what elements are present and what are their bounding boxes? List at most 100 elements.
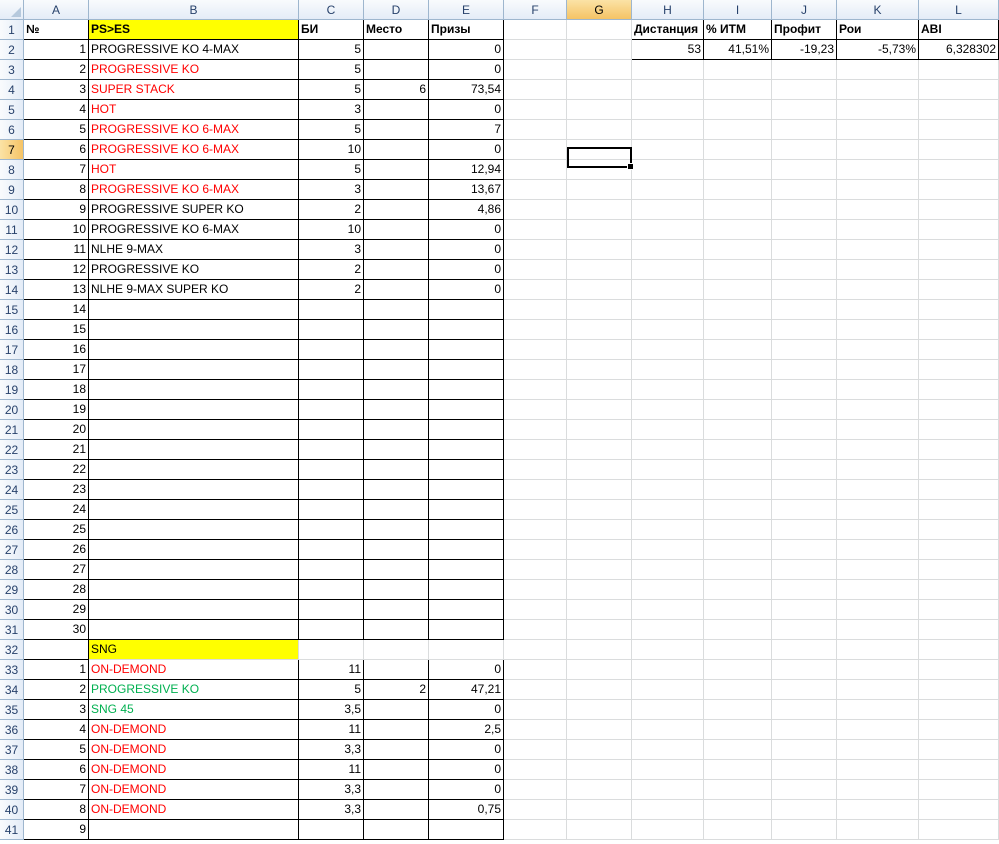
cell-empty[interactable] (632, 340, 704, 360)
cell-empty[interactable] (919, 140, 999, 160)
cell-empty[interactable] (567, 280, 632, 300)
row-number-cell[interactable]: 2 (24, 60, 89, 80)
place-cell[interactable] (364, 360, 429, 380)
place-cell[interactable] (364, 380, 429, 400)
cell-empty[interactable] (704, 660, 772, 680)
cell-empty[interactable] (704, 240, 772, 260)
cell-empty[interactable] (632, 500, 704, 520)
cell-empty[interactable] (919, 240, 999, 260)
cell-empty[interactable] (504, 420, 567, 440)
cell-empty[interactable] (772, 460, 837, 480)
row-header-3[interactable]: 3 (0, 60, 24, 80)
tournament-name-cell[interactable] (89, 320, 299, 340)
cell-empty[interactable] (772, 240, 837, 260)
prize-cell[interactable]: 0,75 (429, 800, 504, 820)
cell-empty[interactable] (504, 360, 567, 380)
cell-empty[interactable] (919, 560, 999, 580)
place-cell[interactable] (364, 800, 429, 820)
tournament-name-cell[interactable]: ON-DEMOND (89, 760, 299, 780)
cell-empty[interactable] (772, 520, 837, 540)
place-cell[interactable] (364, 180, 429, 200)
buyin-cell[interactable] (299, 520, 364, 540)
place-cell[interactable] (364, 760, 429, 780)
cell-empty[interactable] (837, 500, 919, 520)
prize-cell[interactable] (429, 820, 504, 840)
cell-empty[interactable] (772, 340, 837, 360)
tournament-name-cell[interactable] (89, 360, 299, 380)
tournament-name-cell[interactable]: PROGRESSIVE KO 6-MAX (89, 180, 299, 200)
cell-empty[interactable] (772, 140, 837, 160)
buyin-cell[interactable]: 5 (299, 80, 364, 100)
cell-empty[interactable] (504, 640, 567, 660)
cell-empty[interactable] (632, 240, 704, 260)
row-header-18[interactable]: 18 (0, 360, 24, 380)
tournament-name-cell[interactable] (89, 340, 299, 360)
cell-empty[interactable] (567, 480, 632, 500)
place-cell[interactable] (364, 620, 429, 640)
place-cell[interactable] (364, 320, 429, 340)
place-cell[interactable] (364, 140, 429, 160)
cell-empty[interactable] (772, 720, 837, 740)
place-cell[interactable] (364, 820, 429, 840)
cell-empty[interactable] (504, 600, 567, 620)
cell-empty[interactable] (704, 180, 772, 200)
buyin-cell[interactable] (299, 480, 364, 500)
place-cell[interactable] (364, 220, 429, 240)
buyin-cell[interactable] (299, 300, 364, 320)
prize-cell[interactable] (429, 440, 504, 460)
row-header-36[interactable]: 36 (0, 720, 24, 740)
prize-cell[interactable] (429, 360, 504, 380)
cell-empty[interactable] (504, 180, 567, 200)
row-header-1[interactable]: 1 (0, 20, 24, 40)
row-header-28[interactable]: 28 (0, 560, 24, 580)
tournament-name-cell[interactable] (89, 520, 299, 540)
cell-empty[interactable] (632, 300, 704, 320)
cell-empty[interactable] (632, 680, 704, 700)
tournament-name-cell[interactable]: PROGRESSIVE KO 6-MAX (89, 140, 299, 160)
cell-empty[interactable] (704, 380, 772, 400)
cell-empty[interactable] (632, 360, 704, 380)
row-header-34[interactable]: 34 (0, 680, 24, 700)
cell-empty[interactable] (299, 640, 364, 660)
row-header-13[interactable]: 13 (0, 260, 24, 280)
row-number-cell[interactable]: 6 (24, 760, 89, 780)
row-header-16[interactable]: 16 (0, 320, 24, 340)
place-cell[interactable] (364, 40, 429, 60)
place-cell[interactable] (364, 100, 429, 120)
row-number-cell[interactable]: 3 (24, 80, 89, 100)
cell-empty[interactable] (567, 640, 632, 660)
cell-empty[interactable] (772, 440, 837, 460)
row-header-5[interactable]: 5 (0, 100, 24, 120)
row-header-4[interactable]: 4 (0, 80, 24, 100)
cell-empty[interactable] (837, 200, 919, 220)
buyin-cell[interactable]: 3,3 (299, 800, 364, 820)
cell-empty[interactable] (632, 600, 704, 620)
row-header-26[interactable]: 26 (0, 520, 24, 540)
cell-empty[interactable] (919, 80, 999, 100)
place-cell[interactable] (364, 120, 429, 140)
prize-cell[interactable]: 0 (429, 100, 504, 120)
buyin-cell[interactable] (299, 600, 364, 620)
cell-empty[interactable] (632, 640, 704, 660)
cell-empty[interactable] (632, 160, 704, 180)
buyin-cell[interactable]: 3 (299, 100, 364, 120)
row-number-cell[interactable]: 1 (24, 660, 89, 680)
row-number-cell[interactable]: 3 (24, 700, 89, 720)
cell-empty[interactable] (919, 500, 999, 520)
buyin-cell[interactable]: 2 (299, 200, 364, 220)
cell-empty[interactable] (772, 380, 837, 400)
stats-header[interactable]: Рои (837, 20, 919, 40)
prize-cell[interactable] (429, 300, 504, 320)
cell-empty[interactable] (772, 120, 837, 140)
prize-cell[interactable] (429, 420, 504, 440)
row-header-19[interactable]: 19 (0, 380, 24, 400)
cell-empty[interactable] (919, 280, 999, 300)
cell-empty[interactable] (704, 820, 772, 840)
cell-empty[interactable] (919, 180, 999, 200)
tournament-name-cell[interactable] (89, 620, 299, 640)
cell-empty[interactable] (837, 280, 919, 300)
row-header-27[interactable]: 27 (0, 540, 24, 560)
cell-empty[interactable] (364, 640, 429, 660)
place-cell[interactable] (364, 400, 429, 420)
cell-empty[interactable] (632, 580, 704, 600)
